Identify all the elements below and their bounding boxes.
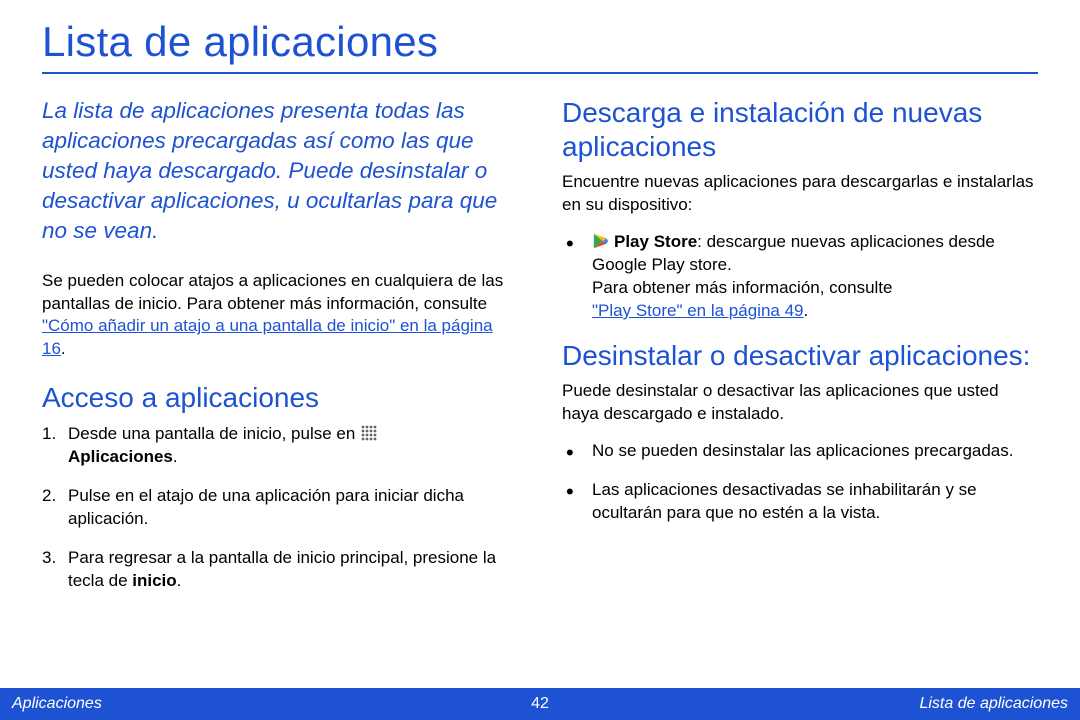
access-steps-list: Desde una pantalla de inicio, pulse en A… — [42, 423, 518, 593]
download-list: Play Store: descargue nuevas aplicacione… — [562, 231, 1038, 323]
play-store-icon — [592, 232, 610, 250]
page-title: Lista de aplicaciones — [42, 18, 1038, 74]
uninstall-bullet-b: Las aplicaciones desactivadas se inhabil… — [562, 479, 1038, 525]
left-column: La lista de aplicaciones presenta todas … — [42, 96, 518, 609]
add-shortcut-link[interactable]: "Cómo añadir un atajo a una pantalla de … — [42, 316, 493, 358]
uninstall-list: No se pueden desinstalar las aplicacione… — [562, 440, 1038, 525]
step-3: Para regresar a la pantalla de inicio pr… — [42, 547, 518, 593]
footer-page-number: 42 — [531, 695, 549, 713]
columns: La lista de aplicaciones presenta todas … — [42, 96, 1038, 609]
shortcut-text-post: . — [61, 339, 66, 358]
page-content: Lista de aplicaciones La lista de aplica… — [0, 0, 1080, 683]
right-column: Descarga e instalación de nuevas aplicac… — [562, 96, 1038, 609]
step-2: Pulse en el atajo de una aplicación para… — [42, 485, 518, 531]
uninstall-bullet-a: No se pueden desinstalar las aplicacione… — [562, 440, 1038, 463]
step-1-end: . — [173, 447, 178, 466]
play-store-item: Play Store: descargue nuevas aplicacione… — [562, 231, 1038, 323]
footer-right: Lista de aplicaciones — [919, 695, 1068, 713]
shortcut-text-pre: Se pueden colocar atajos a aplicaciones … — [42, 271, 503, 313]
download-install-title: Descarga e instalación de nuevas aplicac… — [562, 96, 1038, 163]
play-store-end: . — [804, 301, 809, 320]
step-1-bold: Aplicaciones — [68, 447, 173, 466]
step-1-pre: Desde una pantalla de inicio, pulse en — [68, 424, 360, 443]
play-store-line2: Para obtener más información, consulte — [592, 278, 893, 297]
page-footer: Aplicaciones 42 Lista de aplicaciones — [0, 688, 1080, 720]
play-store-bold: Play Store — [614, 232, 697, 251]
step-3-end: . — [177, 571, 182, 590]
intro-text: La lista de aplicaciones presenta todas … — [42, 96, 518, 246]
access-apps-title: Acceso a aplicaciones — [42, 381, 518, 415]
shortcut-paragraph: Se pueden colocar atajos a aplicaciones … — [42, 270, 518, 362]
download-intro: Encuentre nuevas aplicaciones para desca… — [562, 171, 1038, 217]
step-3-bold: inicio — [132, 571, 176, 590]
uninstall-intro: Puede desinstalar o desactivar las aplic… — [562, 380, 1038, 426]
step-1: Desde una pantalla de inicio, pulse en A… — [42, 423, 518, 469]
footer-left: Aplicaciones — [12, 695, 102, 713]
uninstall-title: Desinstalar o desactivar aplicaciones: — [562, 339, 1038, 373]
play-store-link[interactable]: "Play Store" en la página 49 — [592, 301, 804, 320]
apps-grid-icon — [361, 425, 377, 441]
